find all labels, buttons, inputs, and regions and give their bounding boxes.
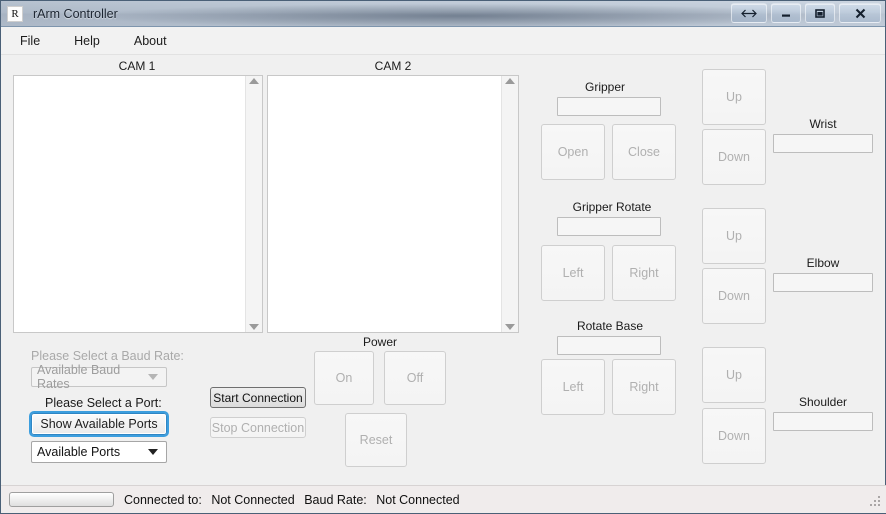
menu-item-file[interactable]: File — [15, 31, 45, 51]
close-icon — [855, 8, 865, 18]
menu-item-help[interactable]: Help — [69, 31, 105, 51]
power-reset-button: Reset — [345, 413, 407, 467]
wrist-down-button: Down — [702, 129, 766, 185]
gripper-value-field[interactable] — [557, 97, 661, 116]
minimize-button[interactable] — [771, 3, 801, 23]
elbow-label: Elbow — [806, 256, 840, 270]
minimize-icon — [782, 14, 790, 17]
cam1-view[interactable] — [14, 76, 245, 332]
status-bar: Connected to: Not Connected Baud Rate: N… — [1, 485, 886, 513]
shoulder-down-button: Down — [702, 408, 766, 464]
cam1-scrollbar[interactable] — [245, 76, 262, 332]
gripper-rotate-title: Gripper Rotate — [572, 200, 652, 214]
start-connection-button[interactable]: Start Connection — [210, 387, 306, 408]
connected-to-value: Not Connected — [211, 492, 295, 507]
gripper-rotate-value-field[interactable] — [557, 217, 661, 236]
gripper-rotate-left-button: Left — [541, 245, 605, 301]
window-controls — [731, 3, 881, 23]
status-text: Connected to: Not Connected Baud Rate: N… — [124, 493, 466, 507]
scroll-down-arrow-icon[interactable] — [505, 324, 515, 330]
shoulder-label: Shoulder — [798, 395, 848, 409]
scroll-track[interactable] — [246, 84, 262, 324]
chevron-down-icon — [148, 374, 158, 380]
client-area: CAM 1 CAM 2 Please Select a Baud Rate: A… — [1, 55, 885, 484]
menu-item-about[interactable]: About — [129, 31, 172, 51]
cam2-title: CAM 2 — [374, 59, 412, 73]
cam1-title: CAM 1 — [118, 59, 156, 73]
gripper-open-button: Open — [541, 124, 605, 180]
shoulder-value-field[interactable] — [773, 412, 873, 431]
baud-rate-status-label: Baud Rate: — [304, 492, 367, 507]
cam2-view[interactable] — [268, 76, 501, 332]
chevron-down-icon — [148, 449, 158, 455]
cam2-scrollbar[interactable] — [501, 76, 518, 332]
wrist-label: Wrist — [809, 117, 837, 131]
connection-progress-bar — [9, 492, 114, 507]
menu-bar: File Help About — [1, 27, 885, 55]
power-off-button: Off — [384, 351, 446, 405]
connected-to-label: Connected to: — [124, 492, 202, 507]
maximize-button[interactable] — [805, 3, 835, 23]
scroll-down-arrow-icon[interactable] — [249, 324, 259, 330]
application-window: R rArm Controller File Help About CAM 1 … — [0, 0, 886, 514]
cam2-pane[interactable] — [267, 75, 519, 333]
maximize-icon — [815, 8, 825, 18]
cam1-pane[interactable] — [13, 75, 263, 333]
rotate-base-value-field[interactable] — [557, 336, 661, 355]
gripper-title: Gripper — [584, 80, 625, 94]
resize-grip-icon[interactable] — [869, 496, 882, 509]
rotate-base-title: Rotate Base — [576, 319, 644, 333]
gripper-rotate-right-button: Right — [612, 245, 676, 301]
baud-rate-status-value: Not Connected — [376, 492, 460, 507]
elbow-value-field[interactable] — [773, 273, 873, 292]
port-select[interactable]: Available Ports — [31, 441, 167, 463]
gripper-close-button: Close — [612, 124, 676, 180]
app-icon: R — [7, 5, 23, 22]
rotate-base-right-button: Right — [612, 359, 676, 415]
elbow-up-button: Up — [702, 208, 766, 264]
baud-rate-select[interactable]: Available Baud Rates — [31, 363, 167, 391]
wrist-up-button: Up — [702, 69, 766, 125]
shoulder-up-button: Up — [702, 347, 766, 403]
title-bar: R rArm Controller — [1, 1, 885, 27]
power-title: Power — [362, 335, 397, 349]
port-select-value: Available Ports — [37, 445, 121, 459]
scroll-track[interactable] — [502, 84, 518, 324]
stop-connection-button: Stop Connection — [210, 417, 306, 438]
rotate-base-left-button: Left — [541, 359, 605, 415]
power-on-button: On — [314, 351, 374, 405]
window-title: rArm Controller — [33, 6, 118, 21]
elbow-down-button: Down — [702, 268, 766, 324]
restore-arrows-button[interactable] — [731, 3, 767, 23]
close-button[interactable] — [839, 3, 881, 23]
left-right-arrow-icon — [741, 9, 757, 17]
show-available-ports-button[interactable]: Show Available Ports — [31, 413, 167, 435]
baud-rate-label: Please Select a Baud Rate: — [31, 349, 184, 363]
baud-rate-select-value: Available Baud Rates — [37, 363, 121, 391]
port-label: Please Select a Port: — [45, 396, 162, 410]
wrist-value-field[interactable] — [773, 134, 873, 153]
